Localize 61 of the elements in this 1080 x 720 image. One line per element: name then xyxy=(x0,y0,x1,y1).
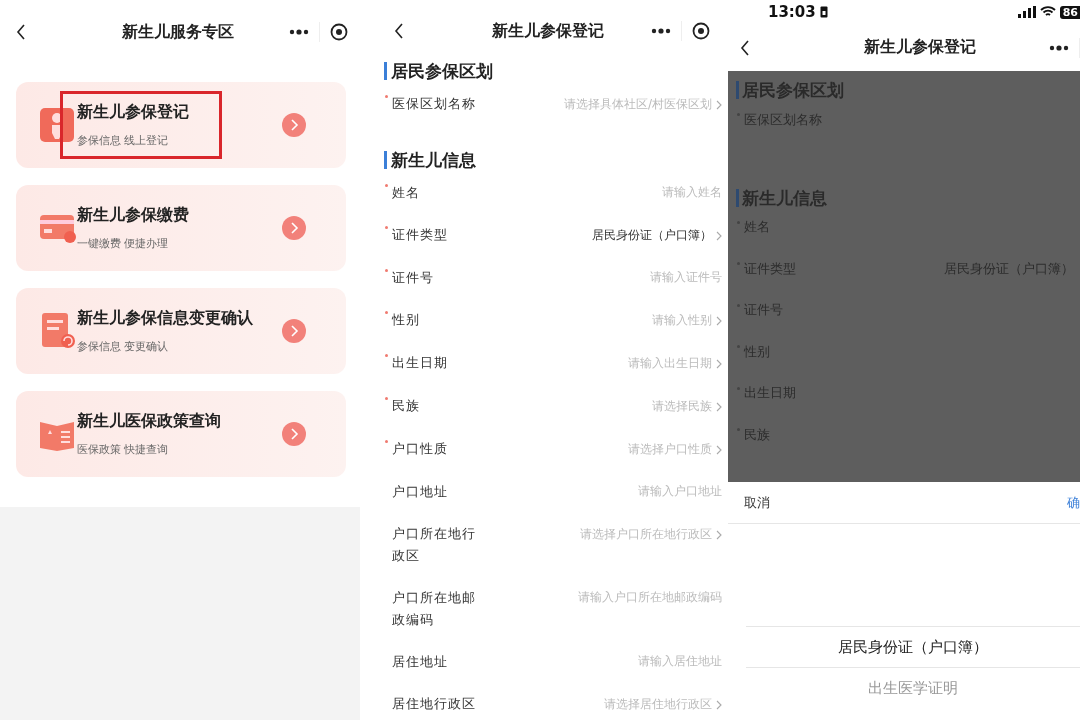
sim-icon xyxy=(819,6,828,18)
more-icon[interactable] xyxy=(651,28,671,34)
text-field[interactable]: 请输入姓名 xyxy=(480,182,722,202)
card-subtitle: 一键缴费 便捷办理 xyxy=(77,236,170,251)
field-label: 证件号 xyxy=(392,269,435,287)
field-label: 户口所在地行政区 xyxy=(392,525,477,565)
page-title: 新生儿参保登记 xyxy=(862,37,977,58)
field-label: 姓名 xyxy=(392,184,421,202)
cancel-button[interactable]: 取消 xyxy=(744,489,770,516)
card-title: 新生儿医保政策查询 xyxy=(77,411,222,432)
page-title: 新生儿服务专区 xyxy=(120,21,235,43)
back-icon[interactable] xyxy=(16,24,26,40)
service-card[interactable]: 新生儿参保缴费 一键缴费 便捷办理 xyxy=(16,185,346,271)
card-subtitle: 参保信息 线上登记 xyxy=(77,133,170,148)
status-time: 13:03 xyxy=(768,3,816,21)
select-field[interactable]: 居民身份证（户口簿） xyxy=(480,224,722,247)
picker-option[interactable]: 居民身份证（户口簿） xyxy=(746,626,1080,668)
chevron-right-icon xyxy=(716,699,722,710)
service-card[interactable]: 新生儿医保政策查询 医保政策 快捷查询 xyxy=(16,391,346,477)
chevron-right-icon xyxy=(716,444,722,455)
service-card[interactable]: 新生儿参保信息变更确认 参保信息 变更确认 xyxy=(16,288,346,374)
chevron-right-icon xyxy=(716,358,722,369)
field-label: 性别 xyxy=(392,311,421,329)
back-icon[interactable] xyxy=(740,39,750,56)
more-icon[interactable] xyxy=(1049,44,1069,51)
field-label: 居住地行政区 xyxy=(392,695,477,713)
chevron-right-icon xyxy=(716,529,722,540)
wifi-icon xyxy=(1039,6,1056,18)
chevron-right-icon xyxy=(716,230,722,241)
text-field[interactable]: 请输入证件号 xyxy=(480,267,722,287)
field-label: 居住地址 xyxy=(392,653,449,671)
close-target-icon[interactable] xyxy=(330,23,348,41)
close-target-icon[interactable] xyxy=(692,22,710,40)
field-label: 户口性质 xyxy=(392,440,449,458)
chevron-right-icon xyxy=(716,99,722,110)
field-label: 出生日期 xyxy=(392,354,449,372)
section-title: 新生儿信息 xyxy=(384,151,722,169)
card-subtitle: 医保政策 快捷查询 xyxy=(77,442,170,457)
signal-icon xyxy=(1017,6,1036,18)
picker-option[interactable]: 出生医学证明 xyxy=(746,668,1080,708)
field-label: 户口地址 xyxy=(392,483,449,501)
chevron-right-icon xyxy=(716,401,722,412)
chevron-right-icon xyxy=(716,315,722,326)
text-field[interactable]: 请输入居住地址 xyxy=(480,651,722,671)
card-subtitle: 参保信息 变更确认 xyxy=(77,339,170,354)
field-label: 证件类型 xyxy=(392,226,449,244)
text-field[interactable]: 请输入户口地址 xyxy=(480,481,722,501)
card-title: 新生儿参保信息变更确认 xyxy=(77,308,254,329)
battery-level: 86 xyxy=(1059,5,1080,19)
card-title: 新生儿参保缴费 xyxy=(77,205,190,226)
confirm-button[interactable]: 确 xyxy=(1067,489,1080,516)
page-title: 新生儿参保登记 xyxy=(490,20,605,42)
card-title: 新生儿参保登记 xyxy=(77,102,190,123)
service-card[interactable]: 新生儿参保登记 参保信息 线上登记 xyxy=(16,82,346,168)
text-field[interactable]: 请输入户口所在地邮政编码 xyxy=(480,587,722,607)
more-icon[interactable] xyxy=(289,29,309,35)
back-icon[interactable] xyxy=(394,23,404,39)
field-label: 医保区划名称 xyxy=(392,95,477,113)
section-title: 居民参保区划 xyxy=(384,62,722,80)
field-label: 民族 xyxy=(392,397,421,415)
field-label: 户口所在地邮政编码 xyxy=(392,589,477,629)
